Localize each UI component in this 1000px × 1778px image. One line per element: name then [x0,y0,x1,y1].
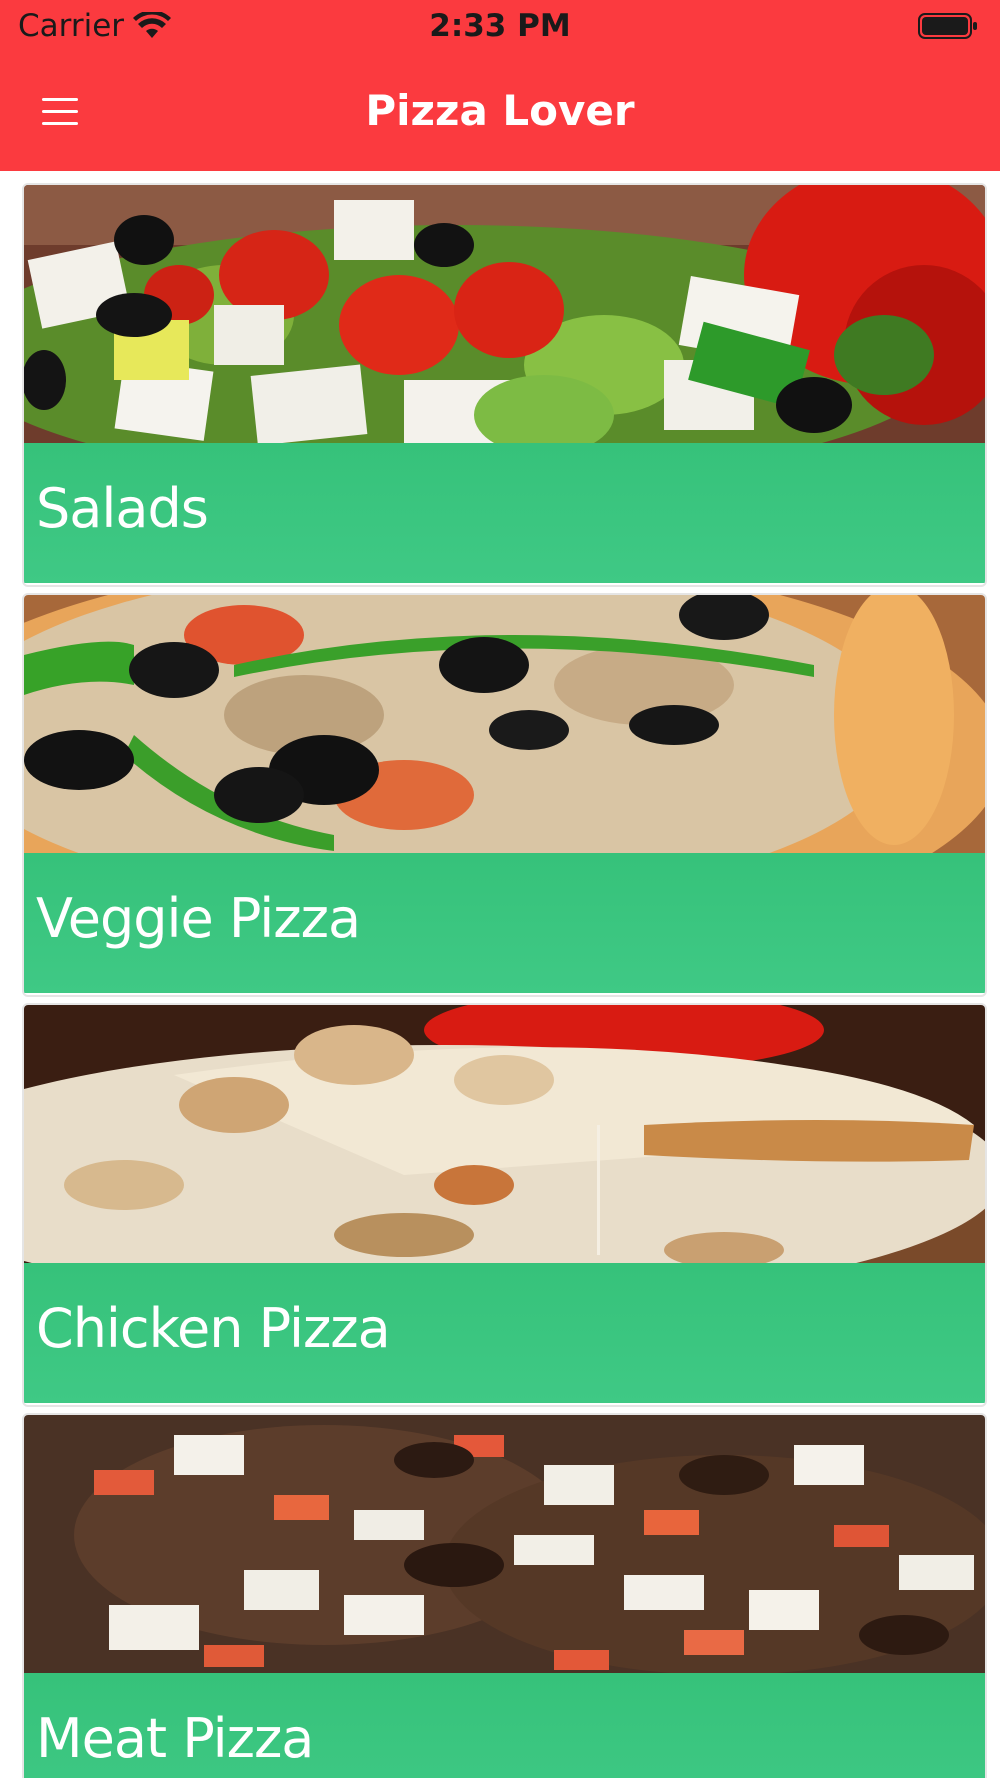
category-label-band: Salads [24,443,985,583]
category-card-veggie-pizza[interactable]: Veggie Pizza [22,593,987,997]
category-label: Veggie Pizza [36,887,361,950]
category-label-band: Veggie Pizza [24,853,985,993]
category-card-chicken-pizza[interactable]: Chicken Pizza [22,1003,987,1407]
navigation-bar: Pizza Lover [0,56,1000,171]
category-label: Chicken Pizza [36,1297,391,1360]
page-title: Pizza Lover [365,86,635,135]
salad-photo [24,185,985,443]
status-bar: Carrier 2:33 PM [0,0,1000,56]
category-list: Salads Veggie Pizza Chicken Pizza Meat P… [0,171,1000,1778]
category-card-meat-pizza[interactable]: Meat Pizza [22,1413,987,1778]
chicken-pizza-photo [24,1005,985,1263]
battery-icon [918,13,977,39]
category-card-salads[interactable]: Salads [22,183,987,587]
meat-pizza-photo [24,1415,985,1673]
category-label-band: Chicken Pizza [24,1263,985,1403]
top-bar: Carrier 2:33 PM Pizza Lover [0,0,1000,171]
category-label-band: Meat Pizza [24,1673,985,1778]
veggie-pizza-photo [24,595,985,853]
status-time: 2:33 PM [429,8,571,44]
category-label: Salads [36,477,209,540]
category-label: Meat Pizza [36,1707,314,1770]
